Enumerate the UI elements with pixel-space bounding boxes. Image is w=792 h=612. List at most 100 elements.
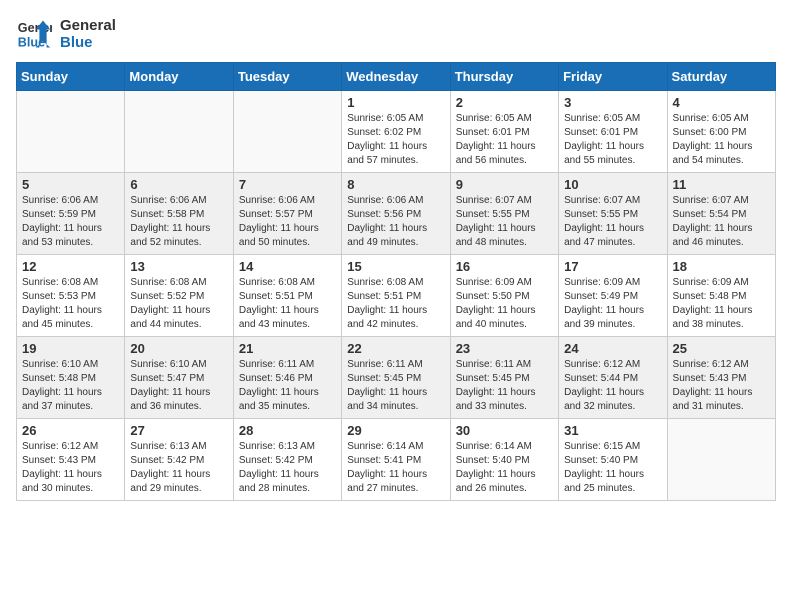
day-number: 24	[564, 341, 661, 356]
day-number: 27	[130, 423, 227, 438]
calendar-empty-cell	[233, 91, 341, 173]
day-info: Sunrise: 6:05 AM Sunset: 6:01 PM Dayligh…	[456, 112, 553, 168]
day-info: Sunrise: 6:09 AM Sunset: 5:48 PM Dayligh…	[673, 276, 770, 332]
calendar-day-16: 16 Sunrise: 6:09 AM Sunset: 5:50 PM Dayli…	[450, 255, 558, 337]
day-number: 8	[347, 177, 444, 192]
day-number: 2	[456, 95, 553, 110]
day-number: 3	[564, 95, 661, 110]
day-number: 4	[673, 95, 770, 110]
calendar-day-14: 14 Sunrise: 6:08 AM Sunset: 5:51 PM Dayli…	[233, 255, 341, 337]
calendar-day-5: 5 Sunrise: 6:06 AM Sunset: 5:59 PM Daylig…	[17, 173, 125, 255]
calendar-week-row: 1Sunrise: 6:05 AM Sunset: 6:02 PM Daylig…	[17, 91, 776, 173]
calendar-day-18: 18 Sunrise: 6:09 AM Sunset: 5:48 PM Dayli…	[667, 255, 775, 337]
day-info: Sunrise: 6:08 AM Sunset: 5:51 PM Dayligh…	[239, 276, 336, 332]
day-info: Sunrise: 6:15 AM Sunset: 5:40 PM Dayligh…	[564, 440, 661, 496]
calendar-day-25: 25 Sunrise: 6:12 AM Sunset: 5:43 PM Dayli…	[667, 337, 775, 419]
logo-general: General	[60, 17, 116, 34]
day-info: Sunrise: 6:07 AM Sunset: 5:55 PM Dayligh…	[564, 194, 661, 250]
day-number: 11	[673, 177, 770, 192]
calendar-empty-cell	[125, 91, 233, 173]
calendar-day-10: 10Sunrise: 6:07 AM Sunset: 5:55 PM Dayli…	[559, 173, 667, 255]
calendar-day-6: 6 Sunrise: 6:06 AM Sunset: 5:58 PM Daylig…	[125, 173, 233, 255]
day-info: Sunrise: 6:11 AM Sunset: 5:46 PM Dayligh…	[239, 358, 336, 414]
calendar-day-11: 11Sunrise: 6:07 AM Sunset: 5:54 PM Dayli…	[667, 173, 775, 255]
logo: General Blue General Blue	[16, 16, 116, 52]
day-number: 16	[456, 259, 553, 274]
header: General Blue General Blue	[16, 16, 776, 52]
day-number: 5	[22, 177, 119, 192]
day-info: Sunrise: 6:05 AM Sunset: 6:02 PM Dayligh…	[347, 112, 444, 168]
day-info: Sunrise: 6:09 AM Sunset: 5:50 PM Dayligh…	[456, 276, 553, 332]
calendar-day-12: 12 Sunrise: 6:08 AM Sunset: 5:53 PM Dayli…	[17, 255, 125, 337]
day-info: Sunrise: 6:06 AM Sunset: 5:57 PM Dayligh…	[239, 194, 336, 250]
day-info: Sunrise: 6:12 AM Sunset: 5:43 PM Dayligh…	[22, 440, 119, 496]
calendar-day-29: 29 Sunrise: 6:14 AM Sunset: 5:41 PM Dayli…	[342, 419, 450, 501]
calendar-day-1: 1Sunrise: 6:05 AM Sunset: 6:02 PM Daylig…	[342, 91, 450, 173]
day-number: 23	[456, 341, 553, 356]
calendar-day-30: 30 Sunrise: 6:14 AM Sunset: 5:40 PM Dayli…	[450, 419, 558, 501]
day-number: 17	[564, 259, 661, 274]
calendar-day-15: 15Sunrise: 6:08 AM Sunset: 5:51 PM Dayli…	[342, 255, 450, 337]
day-info: Sunrise: 6:06 AM Sunset: 5:58 PM Dayligh…	[130, 194, 227, 250]
day-info: Sunrise: 6:07 AM Sunset: 5:55 PM Dayligh…	[456, 194, 553, 250]
calendar-day-26: 26 Sunrise: 6:12 AM Sunset: 5:43 PM Dayli…	[17, 419, 125, 501]
calendar-day-27: 27 Sunrise: 6:13 AM Sunset: 5:42 PM Dayli…	[125, 419, 233, 501]
day-info: Sunrise: 6:12 AM Sunset: 5:44 PM Dayligh…	[564, 358, 661, 414]
day-number: 25	[673, 341, 770, 356]
day-info: Sunrise: 6:14 AM Sunset: 5:41 PM Dayligh…	[347, 440, 444, 496]
day-number: 30	[456, 423, 553, 438]
day-info: Sunrise: 6:11 AM Sunset: 5:45 PM Dayligh…	[456, 358, 553, 414]
day-info: Sunrise: 6:14 AM Sunset: 5:40 PM Dayligh…	[456, 440, 553, 496]
calendar: SundayMondayTuesdayWednesdayThursdayFrid…	[16, 62, 776, 501]
weekday-header-sunday: Sunday	[17, 63, 125, 91]
day-info: Sunrise: 6:06 AM Sunset: 5:59 PM Dayligh…	[22, 194, 119, 250]
calendar-day-20: 20 Sunrise: 6:10 AM Sunset: 5:47 PM Dayli…	[125, 337, 233, 419]
calendar-day-28: 28 Sunrise: 6:13 AM Sunset: 5:42 PM Dayli…	[233, 419, 341, 501]
day-number: 12	[22, 259, 119, 274]
logo-icon: General Blue	[16, 16, 52, 52]
calendar-week-row: 19 Sunrise: 6:10 AM Sunset: 5:48 PM Dayli…	[17, 337, 776, 419]
day-number: 22	[347, 341, 444, 356]
day-number: 13	[130, 259, 227, 274]
day-number: 31	[564, 423, 661, 438]
calendar-empty-cell	[667, 419, 775, 501]
weekday-header-thursday: Thursday	[450, 63, 558, 91]
weekday-header-friday: Friday	[559, 63, 667, 91]
calendar-week-row: 12 Sunrise: 6:08 AM Sunset: 5:53 PM Dayli…	[17, 255, 776, 337]
day-info: Sunrise: 6:09 AM Sunset: 5:49 PM Dayligh…	[564, 276, 661, 332]
day-info: Sunrise: 6:06 AM Sunset: 5:56 PM Dayligh…	[347, 194, 444, 250]
calendar-day-22: 22Sunrise: 6:11 AM Sunset: 5:45 PM Dayli…	[342, 337, 450, 419]
calendar-header-row: SundayMondayTuesdayWednesdayThursdayFrid…	[17, 63, 776, 91]
calendar-day-7: 7Sunrise: 6:06 AM Sunset: 5:57 PM Daylig…	[233, 173, 341, 255]
calendar-day-31: 31 Sunrise: 6:15 AM Sunset: 5:40 PM Dayli…	[559, 419, 667, 501]
calendar-week-row: 26 Sunrise: 6:12 AM Sunset: 5:43 PM Dayli…	[17, 419, 776, 501]
day-number: 26	[22, 423, 119, 438]
day-info: Sunrise: 6:12 AM Sunset: 5:43 PM Dayligh…	[673, 358, 770, 414]
day-number: 28	[239, 423, 336, 438]
day-info: Sunrise: 6:10 AM Sunset: 5:48 PM Dayligh…	[22, 358, 119, 414]
calendar-day-9: 9Sunrise: 6:07 AM Sunset: 5:55 PM Daylig…	[450, 173, 558, 255]
day-number: 29	[347, 423, 444, 438]
day-number: 19	[22, 341, 119, 356]
logo-blue: Blue	[60, 34, 116, 51]
calendar-day-17: 17 Sunrise: 6:09 AM Sunset: 5:49 PM Dayli…	[559, 255, 667, 337]
day-info: Sunrise: 6:08 AM Sunset: 5:53 PM Dayligh…	[22, 276, 119, 332]
day-number: 20	[130, 341, 227, 356]
day-number: 6	[130, 177, 227, 192]
day-info: Sunrise: 6:05 AM Sunset: 6:00 PM Dayligh…	[673, 112, 770, 168]
day-number: 14	[239, 259, 336, 274]
weekday-header-tuesday: Tuesday	[233, 63, 341, 91]
calendar-day-21: 21 Sunrise: 6:11 AM Sunset: 5:46 PM Dayli…	[233, 337, 341, 419]
day-number: 21	[239, 341, 336, 356]
day-info: Sunrise: 6:13 AM Sunset: 5:42 PM Dayligh…	[130, 440, 227, 496]
day-number: 18	[673, 259, 770, 274]
calendar-day-13: 13Sunrise: 6:08 AM Sunset: 5:52 PM Dayli…	[125, 255, 233, 337]
calendar-week-row: 5 Sunrise: 6:06 AM Sunset: 5:59 PM Daylig…	[17, 173, 776, 255]
calendar-day-3: 3Sunrise: 6:05 AM Sunset: 6:01 PM Daylig…	[559, 91, 667, 173]
day-info: Sunrise: 6:10 AM Sunset: 5:47 PM Dayligh…	[130, 358, 227, 414]
day-number: 15	[347, 259, 444, 274]
day-info: Sunrise: 6:13 AM Sunset: 5:42 PM Dayligh…	[239, 440, 336, 496]
calendar-day-8: 8 Sunrise: 6:06 AM Sunset: 5:56 PM Daylig…	[342, 173, 450, 255]
calendar-day-19: 19 Sunrise: 6:10 AM Sunset: 5:48 PM Dayli…	[17, 337, 125, 419]
weekday-header-wednesday: Wednesday	[342, 63, 450, 91]
